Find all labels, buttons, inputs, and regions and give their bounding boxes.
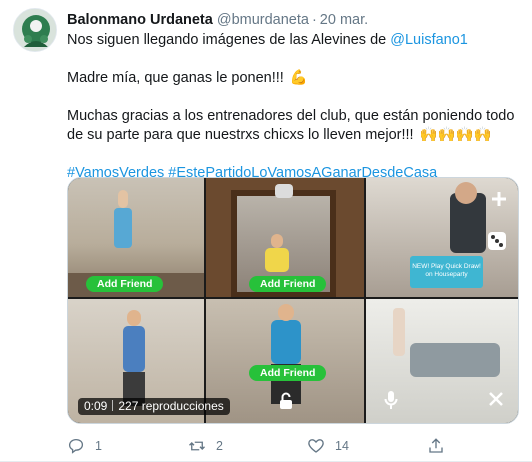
video-time: 0:09: [84, 399, 108, 413]
add-friend-button[interactable]: Add Friend: [249, 365, 327, 381]
heart-icon: [308, 439, 324, 453]
tweet-text: Nos siguen llegando imágenes de las Alev…: [67, 31, 522, 183]
tweet-line-1-text: Nos siguen llegando imágenes de las Alev…: [67, 32, 391, 48]
retweet-count: 2: [216, 439, 223, 453]
reply-count: 1: [95, 439, 102, 453]
lock-icon: [280, 392, 292, 409]
raised-hands-emoji: 🙌🙌🙌🙌: [419, 127, 492, 143]
tweet-line-2: Madre mía, que ganas le ponen!!! 💪: [67, 69, 522, 88]
share-button[interactable]: [427, 436, 445, 456]
plus-icon: [492, 192, 506, 206]
add-friend-button[interactable]: Add Friend: [249, 276, 327, 292]
retweet-icon: [189, 441, 205, 451]
dice-icon: [488, 232, 506, 250]
video-player[interactable]: NEW! Play Quick Draw! on Houseparty Add …: [67, 177, 519, 424]
reply-icon: [68, 438, 84, 454]
like-button[interactable]: 14: [307, 436, 349, 456]
add-friend-button[interactable]: Add Friend: [86, 276, 164, 292]
tweet-card[interactable]: Balonmano Urdaneta @bmurdaneta · 20 mar. No…: [0, 0, 532, 462]
video-counter: 0:09 227 reproducciones: [78, 398, 230, 415]
share-icon: [429, 438, 443, 453]
retweet-button[interactable]: 2: [188, 436, 223, 456]
mention-link[interactable]: @Luisfano1: [390, 32, 468, 48]
tweet-date[interactable]: 20 mar.: [320, 12, 368, 28]
camera-icon: [275, 184, 293, 198]
author-name[interactable]: Balonmano Urdaneta: [67, 12, 213, 28]
tweet-line-3: Muchas gracias a los entrenadores del cl…: [67, 107, 522, 145]
reply-button[interactable]: 1: [67, 436, 102, 456]
avatar[interactable]: [13, 8, 57, 52]
like-count: 14: [335, 439, 349, 453]
close-icon: [489, 392, 503, 406]
tweet-line-2-text: Madre mía, que ganas le ponen!!!: [67, 70, 284, 86]
microphone-icon: [384, 391, 398, 409]
tweet-line-1: Nos siguen llegando imágenes de las Alev…: [67, 31, 522, 50]
separator-dot: ·: [311, 12, 317, 28]
tweet-header: Balonmano Urdaneta @bmurdaneta · 20 mar.: [67, 11, 368, 29]
author-handle[interactable]: @bmurdaneta: [217, 12, 309, 28]
club-logo-icon: [14, 9, 56, 51]
houseparty-banner: NEW! Play Quick Draw! on Houseparty: [410, 256, 483, 288]
tweet-actions: 1 2 14: [67, 436, 487, 456]
video-views: 227 reproducciones: [118, 399, 224, 413]
flexed-biceps-emoji: 💪: [289, 70, 308, 86]
